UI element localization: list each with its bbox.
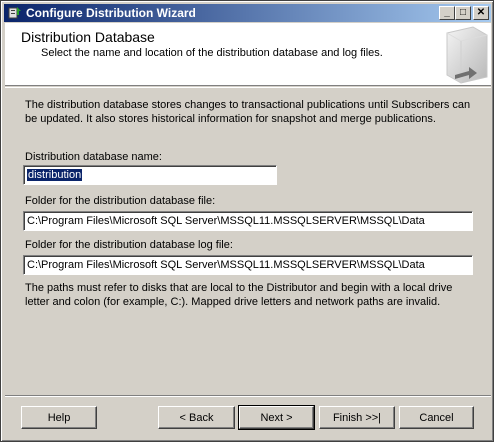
log-folder-label: Folder for the distribution database log… xyxy=(25,239,233,251)
cancel-button[interactable]: Cancel xyxy=(399,406,474,429)
page-title: Distribution Database xyxy=(21,29,155,45)
wizard-app-icon xyxy=(7,5,23,21)
next-button[interactable]: Next > xyxy=(238,405,315,430)
close-button[interactable]: ✕ xyxy=(473,6,489,20)
minimize-button[interactable]: _ xyxy=(439,6,455,20)
data-folder-input[interactable]: C:\Program Files\Microsoft SQL Server\MS… xyxy=(23,211,473,231)
title-bar[interactable]: Configure Distribution Wizard _ □ ✕ xyxy=(4,4,491,22)
footer-divider-highlight xyxy=(5,396,491,397)
db-name-input[interactable]: distribution xyxy=(23,165,277,185)
wizard-header: Distribution Database Select the name an… xyxy=(5,23,491,86)
db-name-label: Distribution database name: xyxy=(25,151,162,163)
header-divider xyxy=(5,87,491,88)
page-subtitle: Select the name and location of the dist… xyxy=(41,47,383,59)
wizard-window: Configure Distribution Wizard _ □ ✕ Dist… xyxy=(0,0,494,442)
log-folder-input[interactable]: C:\Program Files\Microsoft SQL Server\MS… xyxy=(23,255,473,275)
data-folder-label: Folder for the distribution database fil… xyxy=(25,195,216,207)
db-name-value: distribution xyxy=(27,169,83,181)
finish-button[interactable]: Finish >>| xyxy=(319,406,395,429)
window-title: Configure Distribution Wizard xyxy=(26,6,196,20)
help-button[interactable]: Help xyxy=(21,406,97,429)
path-note-text: The paths must refer to disks that are l… xyxy=(25,282,453,308)
maximize-button[interactable]: □ xyxy=(455,6,471,20)
server-icon xyxy=(429,25,489,85)
description-text: The distribution database stores changes… xyxy=(25,99,471,125)
window-controls: _ □ ✕ xyxy=(439,6,489,20)
back-button[interactable]: < Back xyxy=(158,406,235,429)
